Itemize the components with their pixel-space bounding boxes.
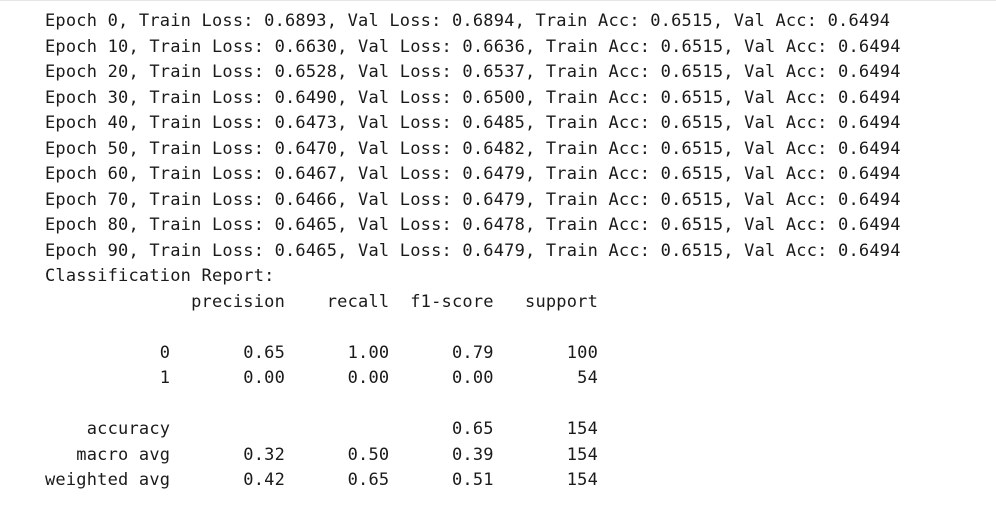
cell-output: Epoch 0, Train Loss: 0.6893, Val Loss: 0… <box>45 9 901 494</box>
log-line-epoch-30: Epoch 30, Train Loss: 0.6490, Val Loss: … <box>45 87 901 108</box>
log-line-epoch-20: Epoch 20, Train Loss: 0.6528, Val Loss: … <box>45 62 901 82</box>
log-line-epoch-70: Epoch 70, Train Loss: 0.6466, Val Loss: … <box>45 189 901 210</box>
log-line-epoch-10: Epoch 10, Train Loss: 0.6630, Val Loss: … <box>45 36 901 57</box>
report-row-class-0: 0 0.65 1.00 0.79 100 <box>45 342 599 363</box>
report-blank <box>45 315 901 341</box>
report-row-weighted-avg: weighted avg 0.42 0.65 0.51 154 <box>45 470 599 490</box>
report-blank <box>45 392 901 418</box>
report-title: Classification Report: <box>45 266 275 286</box>
log-line-epoch-80: Epoch 80, Train Loss: 0.6465, Val Loss: … <box>45 215 901 235</box>
report-header: precision recall f1-score support <box>45 291 599 312</box>
log-line-epoch-90: Epoch 90, Train Loss: 0.6465, Val Loss: … <box>45 240 901 261</box>
report-row-accuracy: accuracy 0.65 154 <box>45 419 599 439</box>
cell-top-border <box>0 0 996 1</box>
log-line-epoch-40: Epoch 40, Train Loss: 0.6473, Val Loss: … <box>45 113 901 133</box>
report-row-class-1: 1 0.00 0.00 0.00 54 <box>45 368 599 388</box>
report-row-macro-avg: macro avg 0.32 0.50 0.39 154 <box>45 444 599 465</box>
log-line-epoch-60: Epoch 60, Train Loss: 0.6467, Val Loss: … <box>45 164 901 184</box>
log-line-epoch-50: Epoch 50, Train Loss: 0.6470, Val Loss: … <box>45 138 901 159</box>
log-line-epoch-0: Epoch 0, Train Loss: 0.6893, Val Loss: 0… <box>45 11 891 31</box>
